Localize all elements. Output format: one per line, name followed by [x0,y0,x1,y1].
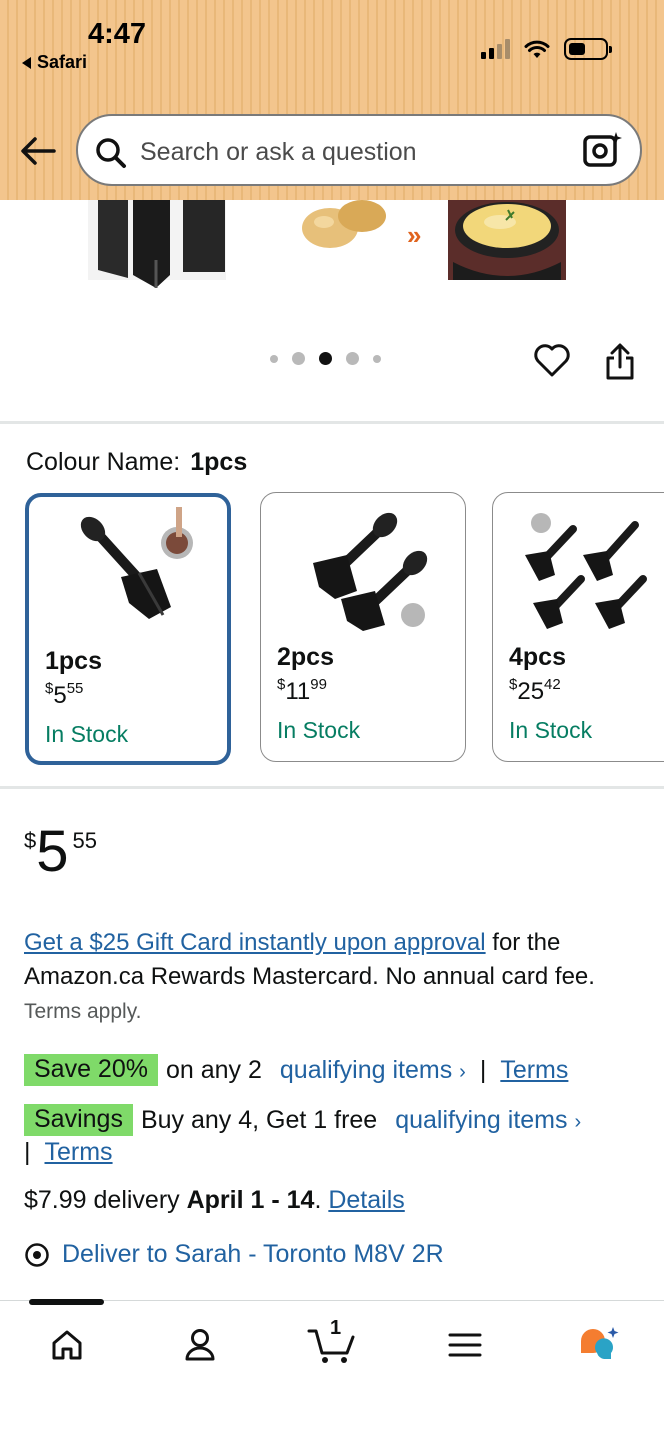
hamburger-menu-icon [448,1333,482,1357]
section-divider [0,786,664,789]
wifi-icon [524,40,550,58]
bottom-navigation: 1 [0,1299,664,1440]
delivery-period: . [314,1186,322,1214]
carousel-dot-active[interactable] [319,352,332,365]
deliver-to-text: Deliver to Sarah - Toronto M8V 2R [62,1240,444,1268]
variant-stock-status: In Stock [509,717,593,743]
masher-product-image [88,200,226,288]
variant-name: 2pcs [277,643,334,671]
cart-count-badge: 1 [330,1317,342,1339]
variant-stock-status: In Stock [277,717,361,743]
promo-text: Buy any 4, Get 1 free [140,1105,378,1134]
section-divider [0,421,664,424]
delivery-info: $7.99 delivery April 1 - 14. Details [24,1186,405,1215]
location-pin-icon [25,1242,49,1267]
status-icons [481,38,612,60]
variant-1pcs-image [80,507,193,619]
variant-stock-status: In Stock [45,721,129,747]
search-input[interactable]: Search or ask a question [76,114,642,186]
colour-selected-value: 1pcs [190,448,248,476]
promo-save-20: Save 20% on any 2 qualifying items › | T… [24,1054,568,1086]
header: 4:47 Safari Search or ask a question [0,0,664,200]
heart-icon[interactable] [533,342,571,378]
delivery-details-link[interactable]: Details [328,1186,404,1214]
battery-icon [564,38,612,60]
mashed-potato-bowl-image [448,200,566,280]
qualifying-items-link[interactable]: qualifying items › [395,1106,581,1135]
nav-home[interactable] [42,1323,92,1367]
carousel-dot[interactable] [292,352,305,365]
variant-name: 4pcs [509,643,566,671]
status-time: 4:47 [88,18,147,50]
nav-rufus-assistant[interactable] [574,1323,624,1367]
variant-price: $1199 [277,676,327,705]
variant-option-4pcs[interactable]: 4pcs $2542 In Stock [492,492,664,762]
colour-name-heading: Colour Name: 1pcs [26,448,247,477]
camera-search-icon[interactable] [582,130,624,170]
carousel-dot[interactable] [270,354,278,363]
promo-savings: Savings Buy any 4, Get 1 free qualifying… [24,1104,581,1136]
cellular-signal-icon [481,39,510,59]
nav-menu[interactable] [440,1323,490,1367]
gift-card-offer: Get a $25 Gift Card instantly upon appro… [24,926,644,1029]
promo-terms-link[interactable]: Terms [45,1138,113,1167]
back-to-safari[interactable]: Safari [22,52,87,73]
search-placeholder: Search or ask a question [140,138,417,166]
promo-separator: | [24,1138,31,1166]
promo-badge: Save 20% [24,1054,158,1086]
price-currency: $ [24,828,37,853]
carousel-dots [270,352,381,365]
active-tab-indicator [29,1299,104,1305]
carousel-dot[interactable] [346,352,359,365]
variant-option-2pcs[interactable]: 2pcs $1199 In Stock [260,492,466,762]
price-fraction: 55 [72,828,97,853]
promo-badge: Savings [24,1104,133,1136]
back-app-label: Safari [37,52,88,72]
qualifying-items-link[interactable]: qualifying items › [280,1056,466,1085]
variant-4pcs-image [525,513,647,629]
gift-card-terms: Terms apply. [24,1000,142,1023]
deliver-to-location[interactable]: Deliver to Sarah - Toronto M8V 2R [24,1240,444,1269]
ai-assistant-icon [581,1327,619,1359]
variant-price: $2542 [509,676,561,705]
variant-name: 1pcs [45,647,102,675]
nav-account[interactable] [175,1323,225,1367]
gift-card-link[interactable]: Get a $25 Gift Card instantly upon appro… [24,929,486,956]
delivery-dates: April 1 - 14 [186,1186,315,1214]
promo-text: on any 2 [165,1055,262,1084]
variant-2pcs-image [313,512,428,631]
arrow-chevrons-icon: » [407,220,422,250]
delivery-prefix: $7.99 delivery [24,1186,187,1214]
product-image-carousel[interactable]: » [0,200,664,290]
search-icon [96,138,126,168]
colour-label: Colour Name: [26,448,181,476]
variant-price: $555 [45,680,84,709]
back-triangle-icon [22,56,31,69]
share-icon[interactable] [604,343,636,381]
home-icon [52,1330,82,1360]
price-whole: 5 [36,819,69,884]
variant-option-1pcs[interactable]: 1pcs $555 In Stock [25,493,231,765]
promo-savings-terms-row: | Terms [24,1138,113,1167]
promo-terms-link[interactable]: Terms [500,1056,568,1085]
back-arrow-icon[interactable] [18,132,58,170]
product-price: $ 5 55 [24,822,97,882]
user-icon [185,1329,215,1361]
carousel-dot[interactable] [373,354,381,363]
promo-separator: | [479,1055,487,1084]
potato-image [302,200,386,248]
